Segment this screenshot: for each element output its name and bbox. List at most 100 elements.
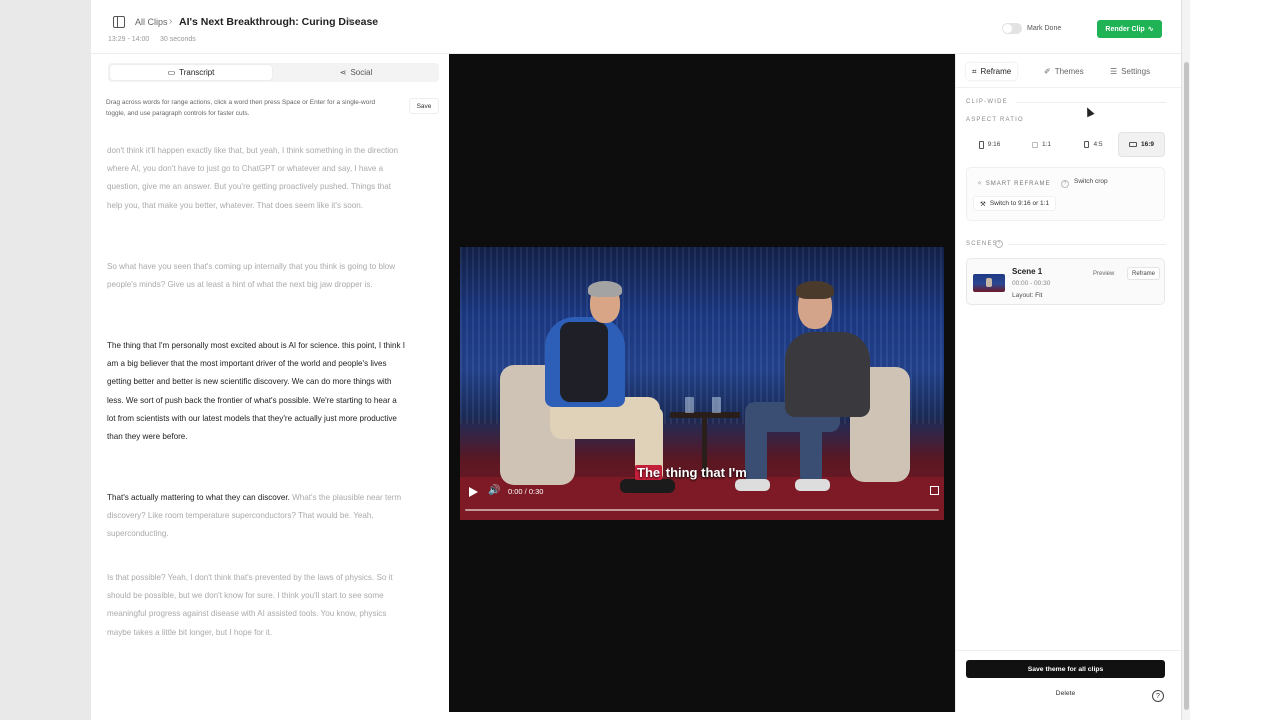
header: All Clips › AI's Next Breakthrough: Curi…: [91, 0, 1181, 54]
switch-crop-button[interactable]: Switch crop: [1074, 178, 1108, 185]
left-tabs: ▭ Transcript ⋖ Social: [108, 63, 439, 82]
save-theme-button[interactable]: Save theme for all clips: [966, 660, 1165, 678]
volume-icon[interactable]: 🔊: [488, 485, 500, 496]
square-icon: [1031, 141, 1038, 148]
transcript-paragraph[interactable]: don't think it'll happen exactly like th…: [107, 142, 407, 215]
person-left-hair: [588, 281, 622, 297]
tab-transcript[interactable]: ▭ Transcript: [110, 65, 272, 80]
aspect-9-16-button[interactable]: 9:16: [966, 132, 1013, 157]
mark-done-toggle[interactable]: [1002, 23, 1022, 34]
footer-divider: [956, 650, 1182, 651]
edit-title-pencil-icon[interactable]: ✎: [347, 17, 355, 28]
caption-highlight-word: The: [635, 465, 663, 480]
transcript-text[interactable]: The thing that I'm personally most excit…: [107, 341, 405, 441]
tab-reframe-label: Reframe: [980, 67, 1012, 76]
scene-layout-value: Fit: [1035, 292, 1043, 299]
tab-transcript-label: Transcript: [179, 68, 215, 77]
water-glass: [685, 397, 694, 413]
switch-aspect-button[interactable]: ⚒ Switch to 9:16 or 1:1: [973, 196, 1057, 211]
scene-thumbnail: [973, 274, 1005, 292]
tab-social-label: Social: [350, 68, 373, 77]
video-progress-bar[interactable]: [465, 509, 939, 511]
aspect-4-5-button[interactable]: 4:5: [1070, 132, 1117, 157]
brush-icon: ✐: [1044, 67, 1051, 76]
sparkle-icon: ✧: [977, 181, 984, 187]
aspect-ratio-selector: 9:16 1:1 4:5 16:9: [966, 132, 1165, 157]
page-margin: [1190, 0, 1280, 720]
transcript-paragraph[interactable]: Is that possible? Yeah, I don't think th…: [107, 569, 407, 642]
scrollbar-thumb[interactable]: [1184, 62, 1189, 710]
tab-settings-label: Settings: [1121, 67, 1151, 76]
transcript-help-text: Drag across words for range actions, cli…: [106, 99, 376, 117]
info-icon[interactable]: ?: [995, 240, 1003, 248]
transcript-paragraph[interactable]: The thing that I'm personally most excit…: [107, 337, 407, 446]
pulse-icon: ∿: [1147, 26, 1154, 33]
scenes-label: SCENES: [966, 241, 998, 247]
delete-button[interactable]: Delete: [966, 686, 1165, 700]
reframe-panel: ⌗ Reframe ✐ Themes ☰ Settings CLIP-WIDE …: [955, 54, 1182, 712]
caption-rest: thing that I'm: [662, 465, 747, 480]
sliders-icon: ☰: [1110, 67, 1118, 76]
portrait-icon: [1084, 141, 1090, 148]
mouse-cursor-icon: [1083, 105, 1095, 118]
clip-time-range: 13:29 - 14:00: [108, 36, 150, 43]
tab-reframe[interactable]: ⌗ Reframe: [966, 63, 1018, 80]
scene-layout-label: Layout:: [1012, 292, 1034, 299]
scene-title: Scene 1: [1012, 267, 1043, 276]
person-right-body: [785, 332, 870, 417]
section-divider: [1016, 102, 1166, 103]
scene-card[interactable]: Scene 1 00:00 - 00:30 Layout: Fit Previe…: [966, 258, 1165, 305]
smart-reframe-text: SMART REFRAME: [985, 181, 1051, 187]
right-tabs: ⌗ Reframe ✐ Themes ☰ Settings: [966, 63, 1166, 80]
video-time: 0:00 / 0:30: [508, 487, 544, 496]
section-divider: [1008, 244, 1166, 245]
scene-reframe-button[interactable]: Reframe: [1127, 267, 1161, 280]
aspect-1-1-button[interactable]: 1:1: [1018, 132, 1065, 157]
scene-time: 00:00 - 00:30: [1012, 280, 1051, 287]
breadcrumb-all-clips[interactable]: All Clips: [135, 17, 168, 27]
clip-wide-label: CLIP-WIDE: [966, 99, 1008, 105]
tab-settings[interactable]: ☰ Settings: [1110, 63, 1150, 80]
aspect-1-1-label: 1:1: [1041, 141, 1052, 148]
caption-subtitle: The thing that I'm: [635, 465, 747, 480]
landscape-icon: [1128, 142, 1137, 147]
mark-done-label: Mark Done: [1027, 25, 1062, 32]
person-right-hair: [796, 281, 834, 299]
tab-themes[interactable]: ✐ Themes: [1044, 63, 1084, 80]
breadcrumb-separator: ›: [169, 16, 173, 27]
aspect-9-16-label: 9:16: [987, 141, 1001, 148]
aspect-4-5-label: 4:5: [1093, 141, 1103, 148]
play-icon[interactable]: [469, 487, 478, 497]
aspect-16-9-label: 16:9: [1140, 141, 1154, 148]
aspect-ratio-label: ASPECT RATIO: [966, 117, 1024, 123]
transcript-text[interactable]: So what have you seen that's coming up i…: [107, 262, 395, 289]
transcript-text[interactable]: Is that possible? Yeah, I don't think th…: [107, 573, 393, 637]
sidebar-toggle-icon[interactable]: [113, 16, 125, 28]
tab-themes-label: Themes: [1054, 67, 1084, 76]
aspect-16-9-button[interactable]: 16:9: [1118, 132, 1165, 157]
chat-icon: ▭: [167, 68, 176, 77]
transcript-text[interactable]: That's actually mattering to what they c…: [107, 493, 290, 502]
wand-icon: ⚒: [980, 200, 986, 208]
render-clip-label: Render Clip: [1105, 25, 1145, 33]
scene-preview-button[interactable]: Preview: [1089, 267, 1118, 280]
tab-social[interactable]: ⋖ Social: [275, 65, 437, 80]
water-glass: [712, 397, 721, 413]
video-controls: 🔊 0:00 / 0:30: [460, 479, 944, 520]
info-icon[interactable]: ?: [1061, 180, 1069, 188]
transcript-panel: ▭ Transcript ⋖ Social Drag across words …: [91, 54, 449, 712]
crop-icon: ⌗: [972, 66, 977, 76]
transcript-paragraph[interactable]: That's actually mattering to what they c…: [107, 489, 407, 544]
render-clip-button[interactable]: Render Clip ∿: [1097, 20, 1162, 38]
video-player[interactable]: The thing that I'm 🔊 0:00 / 0:30: [460, 247, 944, 520]
page-scrollbar[interactable]: [1181, 0, 1190, 720]
fullscreen-icon[interactable]: [930, 486, 939, 495]
save-transcript-button[interactable]: Save: [409, 98, 439, 114]
person-left-vest: [560, 322, 608, 402]
scene-layout: Layout: Fit: [1012, 292, 1042, 299]
transcript-text[interactable]: don't think it'll happen exactly like th…: [107, 146, 398, 210]
video-preview-area: The thing that I'm 🔊 0:00 / 0:30: [449, 54, 955, 712]
help-icon[interactable]: ?: [1152, 690, 1164, 702]
switch-aspect-label: Switch to 9:16 or 1:1: [989, 200, 1050, 207]
transcript-paragraph[interactable]: So what have you seen that's coming up i…: [107, 258, 407, 294]
